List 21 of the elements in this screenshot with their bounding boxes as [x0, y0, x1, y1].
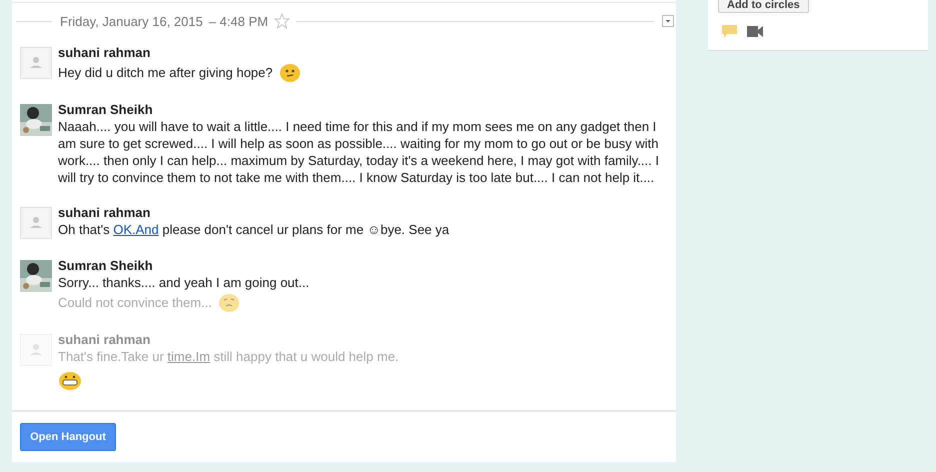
author-name: suhani rahman: [58, 44, 150, 61]
message-text: Hey did u ditch me after giving hope?: [58, 64, 273, 80]
emoji-icon: [58, 369, 82, 391]
author-name: Sumran Sheikh: [58, 101, 153, 118]
video-camera-icon[interactable]: [747, 26, 763, 37]
message-text: Could not convince them...: [58, 294, 212, 310]
message-text: Sorry... thanks.... and yeah I am going out...: [58, 274, 310, 291]
star-icon[interactable]: [274, 13, 290, 29]
message-text: Naaah.... you will have to wait a little.... I need time for this and if my mom sees me on any gadget then I am sure to get screwed.... I will help as soon as possible.... waiting for my mom to go out or be busy with work.... then only I can help... maximum by Saturday, today it's a weekend here, I may got with family.... I will try to convince them to not take me with them.... I know Saturday is too late but.... I can not help it....: [58, 118, 660, 186]
add-to-circles-button[interactable]: Add to circles: [718, 0, 809, 13]
dropdown-icon[interactable]: [662, 15, 674, 27]
emoji-icon: [278, 61, 301, 83]
time-text: – 4:48 PM: [208, 14, 268, 28]
message-text: That's fine.Take ur time.Im still happy that u would help me.: [58, 348, 399, 365]
emoji-icon: [218, 291, 240, 313]
message-text: Oh that's OK.And please don't cancel ur plans for me ☺bye. See ya: [58, 221, 450, 238]
author-name: suhani rahman: [58, 331, 150, 348]
date-text: Friday, January 16, 2015: [60, 14, 203, 28]
message-link[interactable]: OK.And: [113, 222, 159, 237]
author-name: suhani rahman: [58, 204, 150, 221]
author-name: Sumran Sheikh: [58, 257, 153, 274]
